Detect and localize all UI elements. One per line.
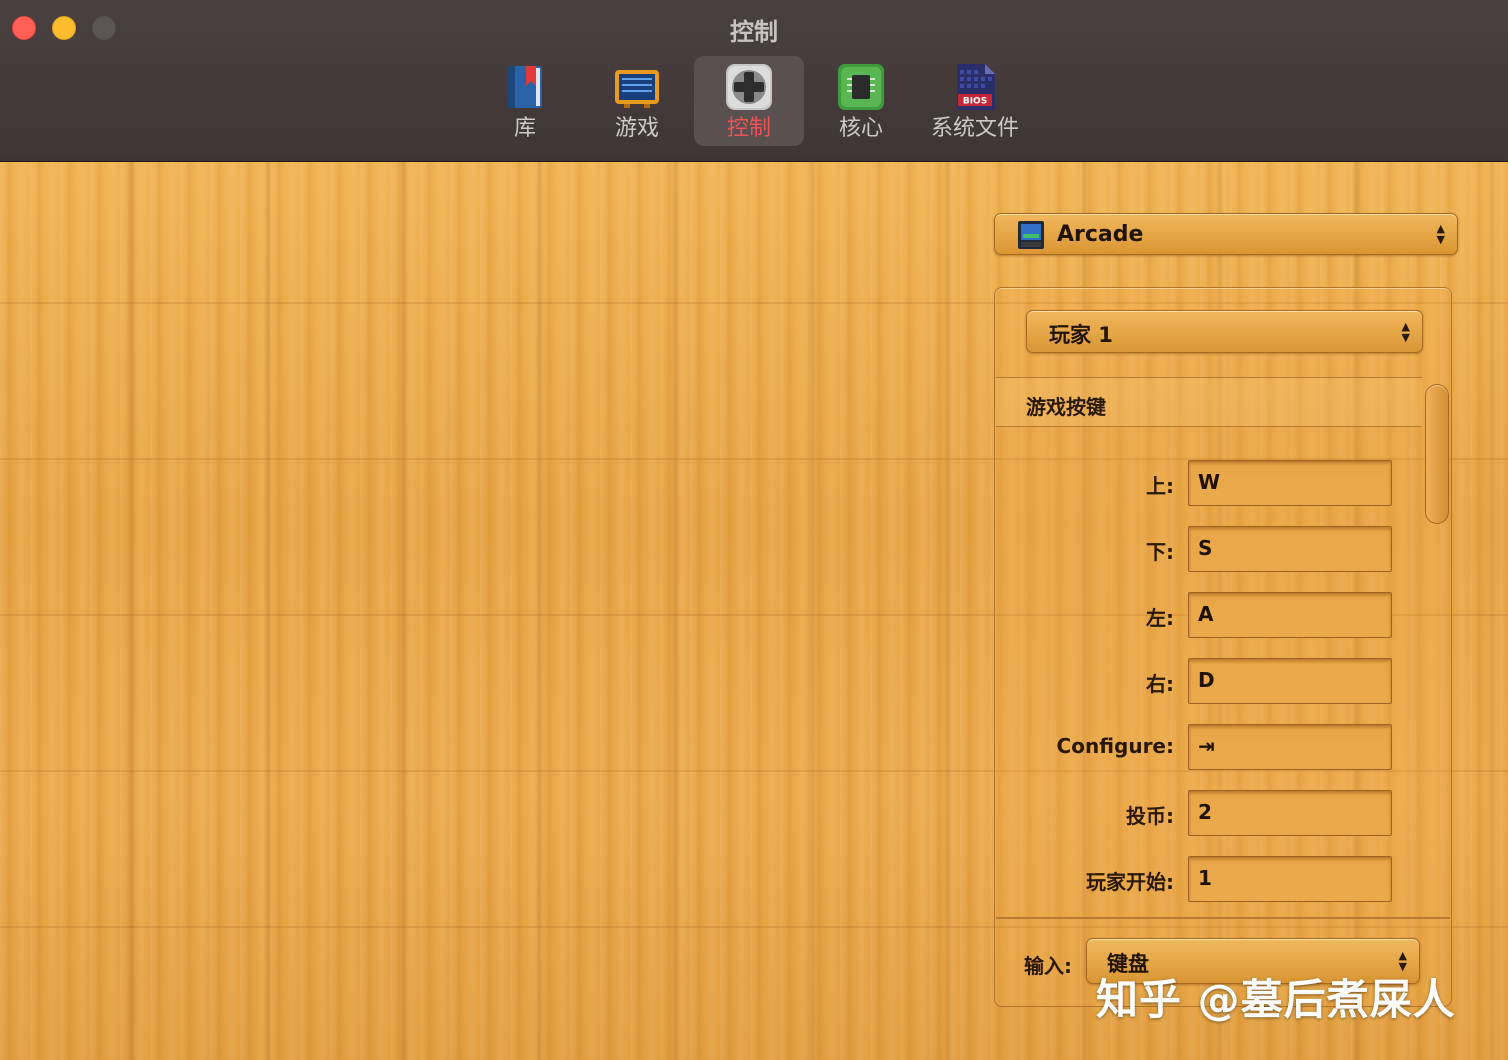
binding-field-down[interactable]: S — [1188, 526, 1392, 572]
library-book-icon — [508, 66, 542, 108]
toolbar-label: 控制 — [726, 116, 771, 141]
toolbar-item-games[interactable]: 游戏 — [582, 56, 692, 146]
binding-label-left: 左: — [1146, 606, 1174, 630]
chip-icon — [838, 64, 884, 110]
watermark: 知乎 @墓后煮屎人 — [1096, 975, 1456, 1024]
window-title: 控制 — [730, 18, 778, 46]
binding-label-down: 下: — [1146, 540, 1174, 564]
toolbar-item-controls[interactable]: 控制 — [694, 56, 804, 146]
binding-label-player-start: 玩家开始: — [1086, 870, 1174, 894]
toolbar-item-cores[interactable]: 核心 — [806, 56, 916, 146]
binding-label-right: 右: — [1146, 672, 1174, 696]
toolbar-label: 游戏 — [614, 116, 659, 141]
system-select[interactable]: Arcade ▲ ▼ — [994, 213, 1458, 255]
player-select[interactable]: 玩家 1 ▲ ▼ — [1026, 310, 1423, 353]
bios-badge: BIOS — [963, 97, 987, 107]
arcade-screen-icon — [615, 70, 659, 108]
binding-field-up[interactable]: W — [1188, 460, 1392, 506]
binding-field-left[interactable]: A — [1188, 592, 1392, 638]
title-bar: 控制 库 游戏 控制 核心 BIOS 系统文件 — [0, 0, 1508, 162]
divider — [996, 917, 1450, 919]
gamepad-icon — [726, 64, 772, 110]
section-title: 游戏按键 — [1026, 395, 1106, 419]
toolbar-item-library[interactable]: 库 — [470, 56, 580, 146]
binding-field-insert-coin[interactable]: 2 — [1188, 790, 1392, 836]
toolbar-label: 库 — [513, 116, 536, 141]
binding-field-player-start[interactable]: 1 — [1188, 856, 1392, 902]
input-label: 输入: — [1024, 954, 1072, 978]
binding-label-up: 上: — [1146, 474, 1174, 498]
scrollbar-thumb[interactable] — [1425, 384, 1449, 524]
player-select-value: 玩家 1 — [1049, 323, 1113, 347]
system-select-value: Arcade — [1057, 222, 1144, 247]
bios-file-icon: BIOS — [957, 64, 995, 110]
updown-arrows-icon: ▲ ▼ — [1401, 319, 1410, 344]
toolbar-label: 系统文件 — [930, 116, 1019, 141]
toolbar-label: 核心 — [838, 116, 883, 141]
section-header: 游戏按键 — [996, 377, 1422, 427]
toolbar-item-system-files[interactable]: BIOS 系统文件 — [918, 56, 1032, 146]
binding-label-insert-coin: 投币: — [1126, 804, 1174, 828]
binding-field-configure[interactable]: ⇥ — [1188, 724, 1392, 770]
arcade-cabinet-icon — [1018, 221, 1044, 249]
updown-arrows-icon: ▲ ▼ — [1436, 222, 1445, 246]
binding-field-right[interactable]: D — [1188, 658, 1392, 704]
binding-label-configure: Configure: — [1056, 734, 1174, 758]
